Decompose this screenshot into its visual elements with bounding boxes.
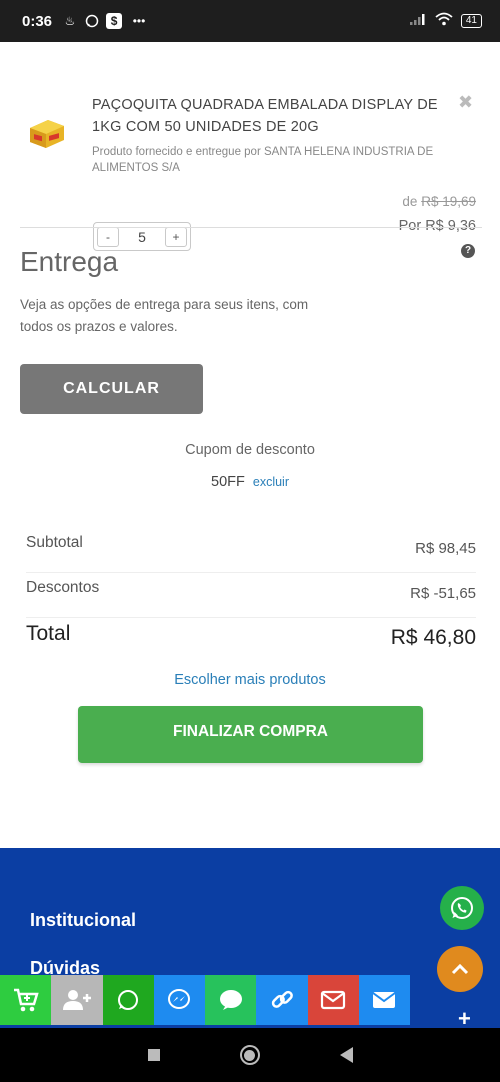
sms-icon (219, 990, 242, 1010)
order-summary: Subtotal R$ 98,45 Descontos R$ -51,65 To… (26, 528, 476, 668)
share-gmail-button[interactable] (307, 975, 359, 1025)
whatsapp-float-button[interactable] (440, 886, 484, 930)
notification-icons: ♨ $ ••• (62, 13, 150, 29)
divider (20, 227, 482, 228)
total-label: Total (26, 622, 71, 645)
more-products-link[interactable]: Escolher mais produtos (0, 672, 500, 688)
coupon-remove-link[interactable]: excluir (253, 475, 289, 489)
share-link-button[interactable] (256, 975, 308, 1025)
dollar-app-icon: $ (106, 13, 123, 29)
share-cart-button[interactable] (0, 975, 52, 1025)
whatsapp-icon (118, 990, 139, 1010)
subtotal-value: R$ 98,45 (415, 540, 476, 557)
whatsapp-icon (451, 897, 473, 919)
steam-icon: ♨ (64, 14, 76, 28)
coupon-row: 50FF excluir (0, 474, 500, 490)
product-title[interactable]: PAÇOQUITA QUADRADA EMBALADA DISPLAY DE 1… (92, 94, 462, 138)
help-icon[interactable]: ? (461, 244, 475, 258)
email-icon (372, 992, 396, 1008)
home-button[interactable] (239, 1045, 260, 1065)
discount-value: R$ -51,65 (410, 585, 476, 602)
calculate-shipping-button[interactable]: CALCULAR (20, 364, 203, 414)
qty-increase-button[interactable]: + (165, 226, 187, 247)
footer-link-institucional[interactable]: Institucional (30, 910, 136, 931)
discount-label: Descontos (26, 579, 100, 596)
finish-purchase-button[interactable]: FINALIZAR COMPRA (78, 706, 423, 763)
price-new: Por R$ 9,36 (398, 218, 476, 234)
messenger-icon (168, 989, 191, 1009)
price-old: de R$ 19,69 (402, 194, 476, 209)
scroll-top-button[interactable] (437, 946, 483, 992)
summary-row-discount: Descontos R$ -51,65 (26, 573, 476, 618)
share-bar (0, 975, 410, 1025)
recents-button[interactable] (147, 1049, 160, 1061)
chevron-up-icon (451, 963, 469, 975)
share-add-user-button[interactable] (51, 975, 103, 1025)
whatsapp-icon (84, 13, 100, 29)
price-old-prefix: de (402, 194, 418, 209)
link-icon (271, 990, 293, 1008)
qty-value[interactable]: 5 (122, 229, 162, 245)
coupon-label: Cupom de desconto (185, 442, 315, 458)
share-sms-button[interactable] (205, 975, 257, 1025)
subtotal-label: Subtotal (26, 534, 83, 551)
entrega-title: Entrega (20, 246, 119, 277)
summary-row-subtotal: Subtotal R$ 98,45 (26, 528, 476, 573)
share-email-button[interactable] (358, 975, 410, 1025)
price-old-value: R$ 19,69 (421, 194, 476, 209)
product-image[interactable] (26, 112, 68, 154)
coupon-code: 50FF (211, 474, 245, 490)
cart-add-icon (13, 988, 39, 1012)
back-button[interactable] (339, 1047, 353, 1063)
entrega-description: Veja as opções de entrega para seus iten… (20, 297, 309, 334)
qty-decrease-button[interactable]: - (97, 226, 119, 247)
android-nav-bar (0, 1028, 500, 1082)
wifi-icon (435, 12, 453, 31)
total-value: R$ 46,80 (390, 626, 476, 649)
signal-icon (409, 12, 427, 31)
summary-row-total: Total R$ 46,80 (26, 618, 476, 668)
more-dots-icon: ••• (132, 14, 146, 28)
status-bar: 0:36 ♨ $ ••• 41 (0, 0, 500, 42)
battery-icon: 41 (460, 14, 482, 28)
status-time: 0:36 (22, 12, 53, 30)
product-supplier: Produto fornecido e entregue por SANTA H… (92, 146, 434, 174)
gmail-icon (321, 990, 346, 1010)
add-user-icon (62, 990, 91, 1010)
share-messenger-button[interactable] (153, 975, 205, 1025)
remove-item-icon[interactable]: ✖ (458, 92, 473, 113)
share-whatsapp-button[interactable] (102, 975, 154, 1025)
